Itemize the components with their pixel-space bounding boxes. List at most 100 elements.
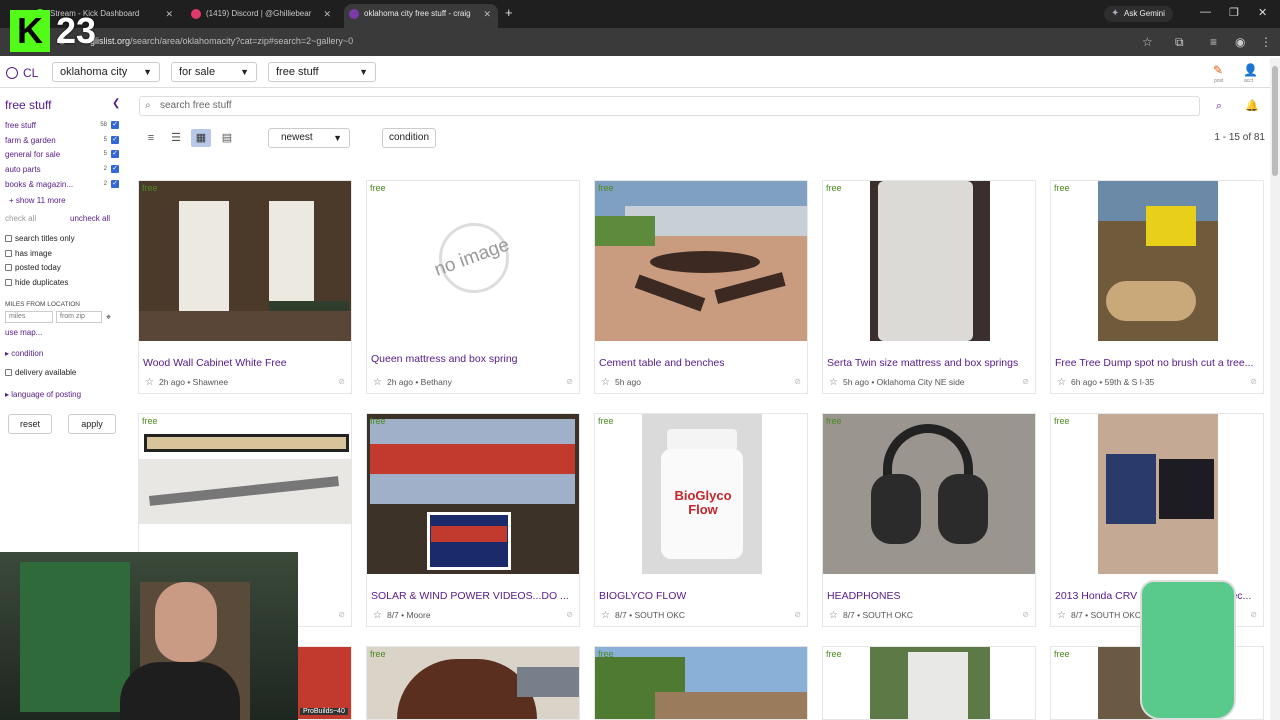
condition-button[interactable]: condition [382, 128, 436, 148]
hide-listing-icon[interactable]: ⊘ [1022, 377, 1029, 386]
listing-image[interactable]: no image [367, 181, 579, 341]
tab-kick-dashboard[interactable]: Stream - Kick Dashboard ✕ [30, 4, 180, 28]
account-icon[interactable]: 👤 [1243, 63, 1258, 77]
checkbox-checked-icon[interactable]: ✓ [111, 165, 119, 173]
listing-image[interactable] [595, 647, 807, 719]
check-all-link[interactable]: check all [5, 214, 36, 223]
checkbox-icon[interactable] [5, 264, 12, 271]
close-icon[interactable]: ✕ [165, 4, 173, 24]
location-select[interactable]: oklahoma city ▼ [52, 62, 160, 82]
category-item-free-stuff[interactable]: free stuff 58 ✓ [5, 121, 123, 130]
listing-image[interactable] [595, 181, 807, 341]
checkbox-checked-icon[interactable]: ✓ [111, 150, 119, 158]
listing-image[interactable] [823, 647, 1035, 719]
listing-card[interactable]: no image free Queen mattress and box spr… [366, 180, 580, 394]
category-item-auto-parts[interactable]: auto parts 2 ✓ [5, 165, 123, 174]
listing-title[interactable]: BIOGLYCO FLOW [599, 590, 803, 602]
url-field[interactable]: glislist.org/search/area/oklahomacity?ca… [90, 36, 353, 46]
hide-listing-icon[interactable]: ⊘ [338, 377, 345, 386]
listing-image[interactable] [367, 647, 579, 719]
listing-title[interactable]: Cement table and benches [599, 357, 803, 369]
listing-title[interactable]: Queen mattress and box spring [371, 353, 575, 365]
scrollbar-thumb[interactable] [1272, 66, 1278, 176]
listing-card[interactable]: BioGlyco Flow free BIOGLYCO FLOW ☆ 8/7 • … [594, 413, 808, 627]
checkbox-icon[interactable] [5, 250, 12, 257]
list-view-icon[interactable]: ≡ [141, 129, 161, 147]
bookmark-star-icon[interactable]: ☆ [1142, 35, 1153, 49]
checkbox-icon[interactable] [5, 235, 12, 242]
listing-card[interactable]: free Free Tree Dump spot no brush cut a … [1050, 180, 1264, 394]
zip-input[interactable]: from zip [56, 311, 102, 323]
category-item-farm-garden[interactable]: farm & garden 5 ✓ [5, 136, 123, 145]
checkbox-icon[interactable] [5, 279, 12, 286]
locate-icon[interactable]: ⌖ [106, 312, 111, 323]
filter-search-titles[interactable]: search titles only [5, 234, 75, 243]
condition-toggle[interactable]: ▸ condition [5, 349, 43, 358]
filter-posted-today[interactable]: posted today [5, 263, 61, 272]
hide-listing-icon[interactable]: ⊘ [566, 377, 573, 386]
checkbox-checked-icon[interactable]: ✓ [111, 136, 119, 144]
craigslist-home-link[interactable]: CL [6, 66, 38, 80]
hide-listing-icon[interactable]: ⊘ [1250, 610, 1257, 619]
category-item-general[interactable]: general for sale 5 ✓ [5, 150, 123, 159]
listing-card[interactable]: free [822, 646, 1036, 720]
filter-has-image[interactable]: has image [5, 249, 52, 258]
listing-card[interactable]: free SOLAR & WIND POWER VIDEOS...DO ... … [366, 413, 580, 627]
new-tab-icon[interactable]: + [505, 5, 513, 20]
listing-card[interactable]: free Serta Twin size mattress and box sp… [822, 180, 1036, 394]
listing-card[interactable]: free Cement table and benches ☆ 5h ago ⊘ [594, 180, 808, 394]
listing-image[interactable] [823, 414, 1035, 574]
listing-image[interactable] [823, 181, 1035, 341]
favorite-star-icon[interactable]: ☆ [601, 610, 610, 621]
menu-icon[interactable]: ⋮ [1260, 35, 1272, 49]
favorite-star-icon[interactable]: ☆ [145, 377, 154, 388]
ask-gemini-button[interactable]: ✦ Ask Gemini [1104, 6, 1173, 22]
window-close-icon[interactable]: ✕ [1258, 6, 1267, 19]
category-select[interactable]: free stuff ▼ [268, 62, 376, 82]
favorite-star-icon[interactable]: ☆ [373, 610, 382, 621]
checkbox-checked-icon[interactable]: ✓ [111, 121, 119, 129]
search-input[interactable]: ⌕ search free stuff [139, 96, 1200, 116]
hide-listing-icon[interactable]: ⊘ [338, 610, 345, 619]
category-item-books[interactable]: books & magazin... 2 ✓ [5, 180, 123, 189]
maximize-icon[interactable]: ❐ [1229, 6, 1239, 19]
post-icon[interactable]: ✎ [1213, 63, 1223, 77]
hide-listing-icon[interactable]: ⊘ [566, 610, 573, 619]
listing-card[interactable]: free [366, 646, 580, 720]
listing-image[interactable] [139, 181, 351, 341]
listing-image[interactable]: BioGlyco Flow [595, 414, 807, 574]
favorite-star-icon[interactable]: ☆ [373, 377, 382, 388]
listing-title[interactable]: Free Tree Dump spot no brush cut a tree.… [1055, 357, 1259, 369]
favorite-star-icon[interactable]: ☆ [829, 377, 838, 388]
checkbox-icon[interactable] [5, 369, 12, 376]
listing-image[interactable] [1051, 181, 1263, 341]
listing-title[interactable]: SOLAR & WIND POWER VIDEOS...DO ... [371, 590, 575, 602]
listing-card[interactable]: free [594, 646, 808, 720]
collapse-sidebar-icon[interactable]: ❮ [112, 98, 120, 109]
page-scrollbar[interactable] [1270, 58, 1280, 720]
minimize-icon[interactable]: — [1200, 6, 1211, 18]
checkbox-checked-icon[interactable]: ✓ [111, 180, 119, 188]
tab-discord[interactable]: (1419) Discord | @Ghilliebear ✕ [186, 4, 338, 28]
listing-card[interactable]: free HEADPHONES ☆ 8/7 • SOUTH OKC ⊘ [822, 413, 1036, 627]
filter-delivery[interactable]: delivery available [5, 368, 76, 377]
thumb-view-icon[interactable]: ☰ [166, 129, 186, 147]
hide-listing-icon[interactable]: ⊘ [1022, 610, 1029, 619]
favorite-star-icon[interactable]: ☆ [601, 377, 610, 388]
use-map-link[interactable]: use map... [5, 328, 42, 337]
apply-button[interactable]: apply [68, 414, 116, 434]
listing-image[interactable] [1051, 414, 1263, 574]
close-icon[interactable]: ✕ [323, 4, 331, 24]
map-view-icon[interactable]: ▤ [217, 129, 237, 147]
listing-title[interactable]: HEADPHONES [827, 590, 1031, 602]
profile-icon[interactable]: ◉ [1235, 35, 1245, 49]
language-toggle[interactable]: ▸ language of posting [5, 390, 81, 399]
miles-input[interactable]: miles [5, 311, 53, 323]
sort-select[interactable]: newest ▼ [268, 128, 350, 148]
extensions-icon[interactable]: ⧉ [1175, 35, 1184, 50]
favorite-star-icon[interactable]: ☆ [829, 610, 838, 621]
listing-card[interactable]: free Wood Wall Cabinet White Free ☆ 2h ag… [138, 180, 352, 394]
uncheck-all-link[interactable]: uncheck all [70, 214, 110, 223]
hide-listing-icon[interactable]: ⊘ [794, 377, 801, 386]
favorite-star-icon[interactable]: ☆ [1057, 610, 1066, 621]
